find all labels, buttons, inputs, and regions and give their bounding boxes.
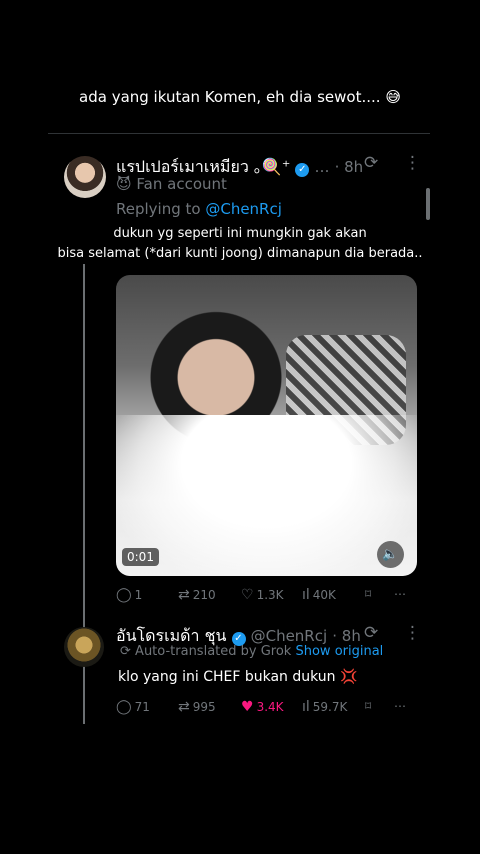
avatar[interactable] (64, 627, 104, 667)
views-count: 59.7K (312, 700, 348, 714)
reply-button[interactable]: ◯ 1 (116, 587, 142, 603)
views-count: 40K (312, 588, 336, 602)
video-frame-mist (116, 415, 417, 576)
video-caption: ada yang ikutan Komen, eh dia sewot.... … (0, 88, 480, 106)
avatar[interactable] (64, 156, 106, 198)
handle[interactable]: @ChenRcj (251, 627, 328, 645)
views-icon: ıl (302, 699, 310, 715)
reply-icon: ◯ (116, 699, 132, 715)
tweet-text: dukun yg seperti ini mungkin gak akan bi… (55, 224, 425, 264)
retweet-button[interactable]: ⇄ 210 (178, 587, 216, 603)
video-player[interactable] (116, 275, 417, 576)
show-original-link[interactable]: Show original (295, 644, 383, 659)
timestamp[interactable]: · 8h (335, 158, 364, 176)
translate-icon: ⟳ (120, 644, 131, 659)
share-icon[interactable]: ⋯ (394, 587, 406, 601)
fan-account-label: Fan account (136, 175, 227, 193)
grok-icon[interactable]: ⟳ (364, 153, 378, 173)
bookmark-icon[interactable]: ⌑ (365, 587, 371, 601)
sweat-smile-icon: 😅 (385, 88, 401, 106)
retweet-count: 995 (192, 700, 216, 714)
replying-handle[interactable]: @ChenRcj (205, 200, 282, 218)
tweet-text: klo yang ini CHEF bukan dukun 💢 (118, 667, 357, 687)
reply-count: 1 (134, 588, 143, 602)
like-count: 1.3K (256, 588, 284, 602)
replying-label: Replying to (116, 200, 206, 218)
verified-badge-icon: ✓ (295, 163, 310, 177)
more-options-icon[interactable]: ⋮ (404, 623, 421, 643)
retweet-icon: ⇄ (178, 587, 190, 603)
replying-to: Replying to @ChenRcj (116, 200, 282, 218)
like-button[interactable]: ♡ 1.3K (241, 587, 284, 603)
tweet-text-line1: dukun yg seperti ini mungkin gak akan (113, 226, 367, 241)
views-button[interactable]: ıl 59.7K (302, 699, 347, 715)
reply-button[interactable]: ◯ 71 (116, 699, 150, 715)
heart-filled-icon: ♥ (241, 699, 254, 715)
timestamp[interactable]: · 8h (332, 627, 361, 645)
auto-translated-note: ⟳ Auto-translated by Grok Show original (120, 644, 383, 659)
reply-count: 71 (134, 700, 150, 714)
like-count: 3.4K (256, 700, 284, 714)
devil-icon: 😈 (116, 175, 132, 193)
scrollbar[interactable] (426, 188, 430, 220)
tweet-text-body: klo yang ini CHEF bukan dukun (118, 669, 336, 685)
mute-icon[interactable]: 🔈 (377, 541, 404, 568)
share-icon[interactable]: ⋯ (394, 699, 406, 713)
display-name[interactable]: อันโดรเมด้า ชุน (116, 626, 226, 645)
caption-text: ada yang ikutan Komen, eh dia sewot.... (79, 88, 381, 106)
more-dots: … (314, 158, 330, 176)
retweet-button[interactable]: ⇄ 995 (178, 699, 216, 715)
video-duration: 0:01 (122, 548, 159, 566)
retweet-count: 210 (192, 588, 216, 602)
grok-icon[interactable]: ⟳ (364, 623, 378, 643)
views-icon: ıl (302, 587, 310, 603)
reply-icon: ◯ (116, 587, 132, 603)
like-button[interactable]: ♥ 3.4K (241, 699, 284, 715)
fan-account-badge: 😈 Fan account (116, 175, 227, 193)
auto-translated-label: Auto-translated by Grok (135, 644, 292, 659)
more-options-icon[interactable]: ⋮ (404, 153, 421, 173)
heart-icon: ♡ (241, 587, 254, 603)
views-button[interactable]: ıl 40K (302, 587, 336, 603)
anger-icon: 💢 (340, 669, 358, 685)
display-name[interactable]: แรปเปอร์เมาเหมียว ｡🍭⁺ (116, 157, 290, 176)
bookmark-icon[interactable]: ⌑ (365, 699, 371, 713)
divider (48, 133, 430, 134)
retweet-icon: ⇄ (178, 699, 190, 715)
tweet-text-line2: bisa selamat (*dari kunti joong) dimanap… (57, 246, 423, 261)
